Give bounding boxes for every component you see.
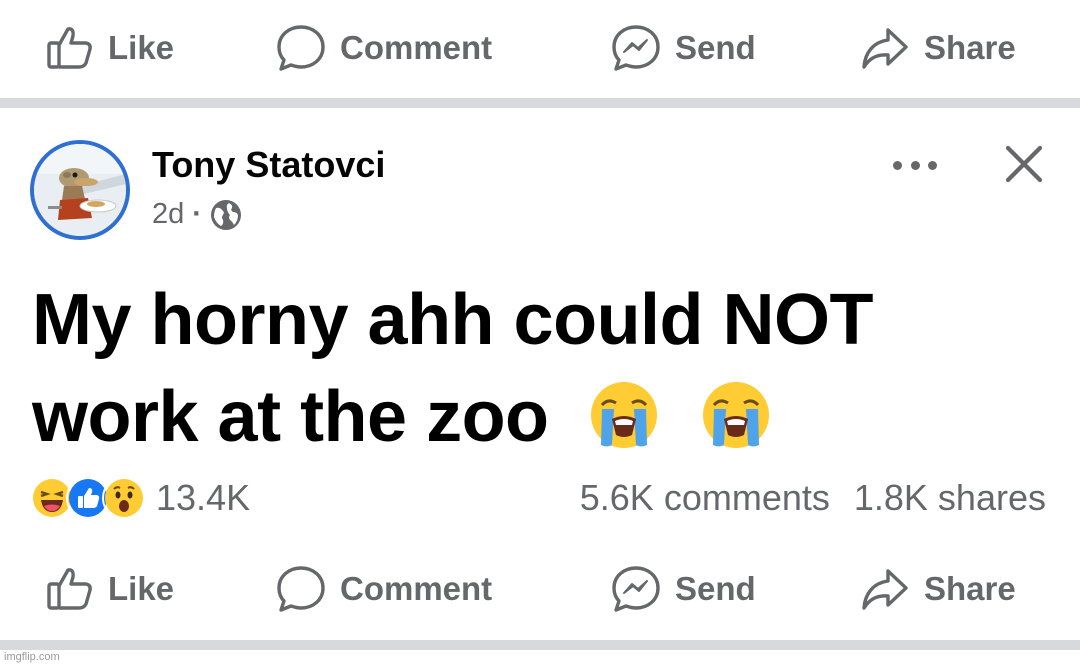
thumbs-up-icon <box>47 568 92 610</box>
comment-button[interactable]: Comment <box>276 541 492 637</box>
globe-icon[interactable] <box>210 199 242 231</box>
section-divider <box>0 640 1080 650</box>
comments-count[interactable]: 5.6K comments <box>580 477 830 519</box>
post-stats: 5.6K comments 1.8K shares <box>580 476 1046 520</box>
comment-bubble-icon <box>277 566 325 612</box>
post-age[interactable]: 2d <box>152 198 184 231</box>
reactions-summary[interactable]: 13.4K <box>30 476 250 520</box>
like-label: Like <box>108 570 175 607</box>
more-dot-icon <box>928 160 937 170</box>
post-text-line-2-row: work at the zoo <box>32 369 1042 476</box>
avatar[interactable] <box>30 140 130 240</box>
avatar-image <box>34 144 126 236</box>
post-text-line-1: My horny ahh could NOT <box>32 280 874 360</box>
share-label: Share <box>924 29 1016 66</box>
send-button[interactable]: Send <box>611 0 756 96</box>
watermark: imgflip.com <box>4 651 60 663</box>
close-button[interactable] <box>1004 144 1044 189</box>
loudly-crying-face-icon <box>588 379 660 476</box>
meta-separator: · <box>192 198 202 230</box>
like-label: Like <box>108 29 175 66</box>
comment-bubble-icon <box>277 25 325 71</box>
comment-label: Comment <box>340 570 493 607</box>
like-button[interactable]: Like <box>46 541 174 637</box>
reaction-count: 13.4K <box>156 477 251 518</box>
post-text: My horny ahh could NOT work at the zoo <box>32 272 1042 476</box>
action-bar-bottom: Like Comment Send Share <box>0 541 1080 637</box>
comment-label: Comment <box>340 29 493 66</box>
shares-count[interactable]: 1.8K shares <box>854 477 1046 519</box>
send-label: Send <box>675 570 756 607</box>
section-divider <box>0 98 1080 108</box>
more-dot-icon <box>910 160 920 170</box>
author-name[interactable]: Tony Statovci <box>152 144 385 186</box>
close-icon <box>1005 145 1043 183</box>
action-bar-top: Like Comment Send Share <box>0 0 1080 96</box>
send-label: Send <box>675 29 756 66</box>
comment-button[interactable]: Comment <box>276 0 492 96</box>
more-dot-icon <box>893 160 902 170</box>
more-options-button[interactable] <box>893 150 937 180</box>
messenger-icon <box>612 566 660 612</box>
like-button[interactable]: Like <box>46 0 174 96</box>
post-text-line-2: work at the zoo <box>32 377 549 457</box>
messenger-icon <box>612 25 660 71</box>
share-button[interactable]: Share <box>860 0 1016 96</box>
loudly-crying-face-icon <box>700 379 772 476</box>
share-button[interactable]: Share <box>860 541 1016 637</box>
wow-reaction-icon <box>102 476 146 520</box>
send-button[interactable]: Send <box>611 541 756 637</box>
share-label: Share <box>924 570 1016 607</box>
share-arrow-icon <box>862 28 908 69</box>
share-arrow-icon <box>862 569 908 610</box>
thumbs-up-icon <box>47 27 92 69</box>
post-meta: 2d · <box>152 198 242 231</box>
